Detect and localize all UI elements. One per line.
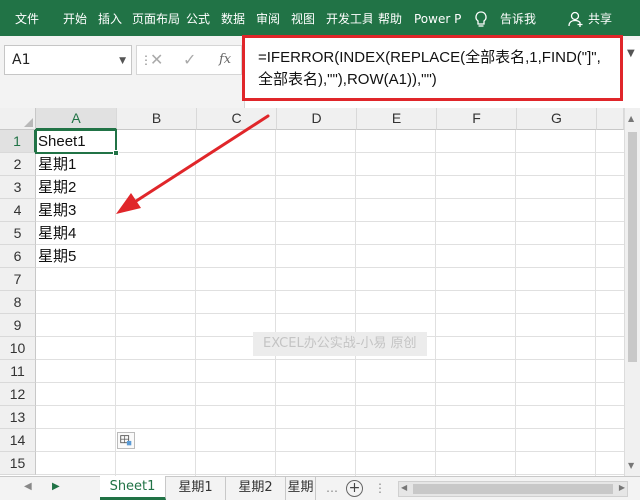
row-header[interactable]: 11: [0, 360, 36, 383]
row-header[interactable]: 5: [0, 222, 36, 245]
name-box-value: A1: [12, 52, 31, 68]
vertical-scrollbar[interactable]: ▲ ▼: [624, 108, 640, 476]
tab-developer[interactable]: 开发工具: [326, 11, 372, 27]
sheet-tab-weekday3[interactable]: 星期: [286, 477, 316, 500]
row-header[interactable]: 4: [0, 199, 36, 222]
row-header[interactable]: 8: [0, 291, 36, 314]
enter-icon[interactable]: ✓: [183, 50, 196, 69]
cancel-icon[interactable]: ✕: [150, 50, 163, 69]
column-header-f[interactable]: F: [437, 108, 517, 130]
formula-highlight-box: =IFERROR(INDEX(REPLACE(全部表名,1,FIND("]",全…: [242, 35, 623, 101]
scroll-down-icon[interactable]: ▼: [628, 461, 634, 470]
row-header[interactable]: 1: [0, 130, 36, 153]
expand-formula-bar-icon[interactable]: ▼: [627, 48, 635, 59]
cell-a6[interactable]: 星期5: [38, 245, 76, 268]
tab-split-icon[interactable]: ⋮: [374, 481, 386, 495]
cell-grid[interactable]: [36, 130, 640, 476]
column-header-a[interactable]: A: [36, 108, 117, 130]
name-box[interactable]: A1 ▼: [4, 45, 132, 75]
select-all-triangle-icon: [24, 118, 33, 127]
tab-insert[interactable]: 插入: [98, 11, 126, 27]
row-header[interactable]: 13: [0, 406, 36, 429]
row-header[interactable]: 9: [0, 314, 36, 337]
hscroll-thumb[interactable]: [413, 484, 613, 494]
column-header-e[interactable]: E: [357, 108, 437, 130]
excel-window: 文件 开始 插入 页面布局 公式 数据 审阅 视图 开发工具 帮助 Power …: [0, 0, 640, 500]
sheet-tab-sheet1[interactable]: Sheet1: [100, 476, 166, 500]
column-header-h[interactable]: [597, 108, 624, 130]
sheet-tab-bar: ◀ ▶ Sheet1 星期1 星期2 星期 … + ⋮ ◀ ▶: [0, 476, 640, 500]
tab-review[interactable]: 审阅: [256, 11, 284, 27]
row-header[interactable]: 14: [0, 429, 36, 452]
sheet-tab-weekday1[interactable]: 星期1: [166, 477, 226, 500]
tell-me-box[interactable]: 告诉我: [500, 11, 540, 27]
tab-data[interactable]: 数据: [221, 11, 249, 27]
chevron-down-icon[interactable]: ▼: [119, 56, 126, 66]
active-cell-border: [35, 129, 117, 154]
scroll-tabs-left-icon[interactable]: ◀: [24, 481, 32, 492]
scroll-right-icon[interactable]: ▶: [619, 483, 625, 492]
cell-a4[interactable]: 星期3: [38, 199, 76, 222]
formula-buttons: ⋮ ✕ ✓ fx: [136, 45, 242, 75]
scrollbar-thumb[interactable]: [628, 132, 637, 362]
tab-power-pivot[interactable]: Power P: [414, 11, 462, 27]
ribbon-tab-bar: 文件 开始 插入 页面布局 公式 数据 审阅 视图 开发工具 帮助 Power …: [0, 0, 640, 36]
worksheet-grid: A B C D E F G 1 2 3 4 5 6 7 8 9 10 11 12…: [0, 108, 640, 476]
scroll-left-icon[interactable]: ◀: [401, 483, 407, 492]
cell-a5[interactable]: 星期4: [38, 222, 76, 245]
share-button[interactable]: 共享: [588, 11, 618, 27]
row-header[interactable]: 7: [0, 268, 36, 291]
insert-function-icon[interactable]: fx: [219, 52, 231, 67]
sheet-tab-weekday2[interactable]: 星期2: [226, 477, 286, 500]
row-header[interactable]: 15: [0, 452, 36, 475]
horizontal-scrollbar[interactable]: ◀ ▶: [398, 481, 628, 497]
add-sheet-button[interactable]: +: [346, 480, 363, 497]
more-tabs-icon[interactable]: …: [326, 481, 338, 495]
column-header-d[interactable]: D: [277, 108, 357, 130]
tab-file[interactable]: 文件: [15, 11, 43, 27]
column-header-c[interactable]: C: [197, 108, 277, 130]
tab-view[interactable]: 视图: [291, 11, 319, 27]
row-header[interactable]: 6: [0, 245, 36, 268]
scroll-up-icon[interactable]: ▲: [628, 114, 634, 123]
cell-a2[interactable]: 星期1: [38, 153, 76, 176]
tab-home[interactable]: 开始: [63, 11, 91, 27]
fill-handle[interactable]: [113, 150, 119, 156]
watermark: EXCEL办公实战-小易 原创: [253, 332, 427, 356]
row-header[interactable]: 12: [0, 383, 36, 406]
select-all-button[interactable]: [0, 108, 36, 130]
tab-formulas[interactable]: 公式: [186, 11, 214, 27]
scroll-tabs-right-icon[interactable]: ▶: [52, 481, 60, 492]
person-share-icon[interactable]: [568, 10, 584, 28]
lightbulb-icon[interactable]: [473, 10, 489, 28]
tab-help[interactable]: 帮助: [378, 11, 406, 27]
column-header-b[interactable]: B: [117, 108, 197, 130]
row-header[interactable]: 10: [0, 337, 36, 360]
quick-analysis-icon[interactable]: [117, 432, 135, 449]
row-header[interactable]: 2: [0, 153, 36, 176]
row-header[interactable]: 3: [0, 176, 36, 199]
tab-page-layout[interactable]: 页面布局: [132, 11, 180, 27]
column-header-g[interactable]: G: [517, 108, 597, 130]
formula-text[interactable]: =IFERROR(INDEX(REPLACE(全部表名,1,FIND("]",全…: [258, 47, 608, 91]
cell-a3[interactable]: 星期2: [38, 176, 76, 199]
